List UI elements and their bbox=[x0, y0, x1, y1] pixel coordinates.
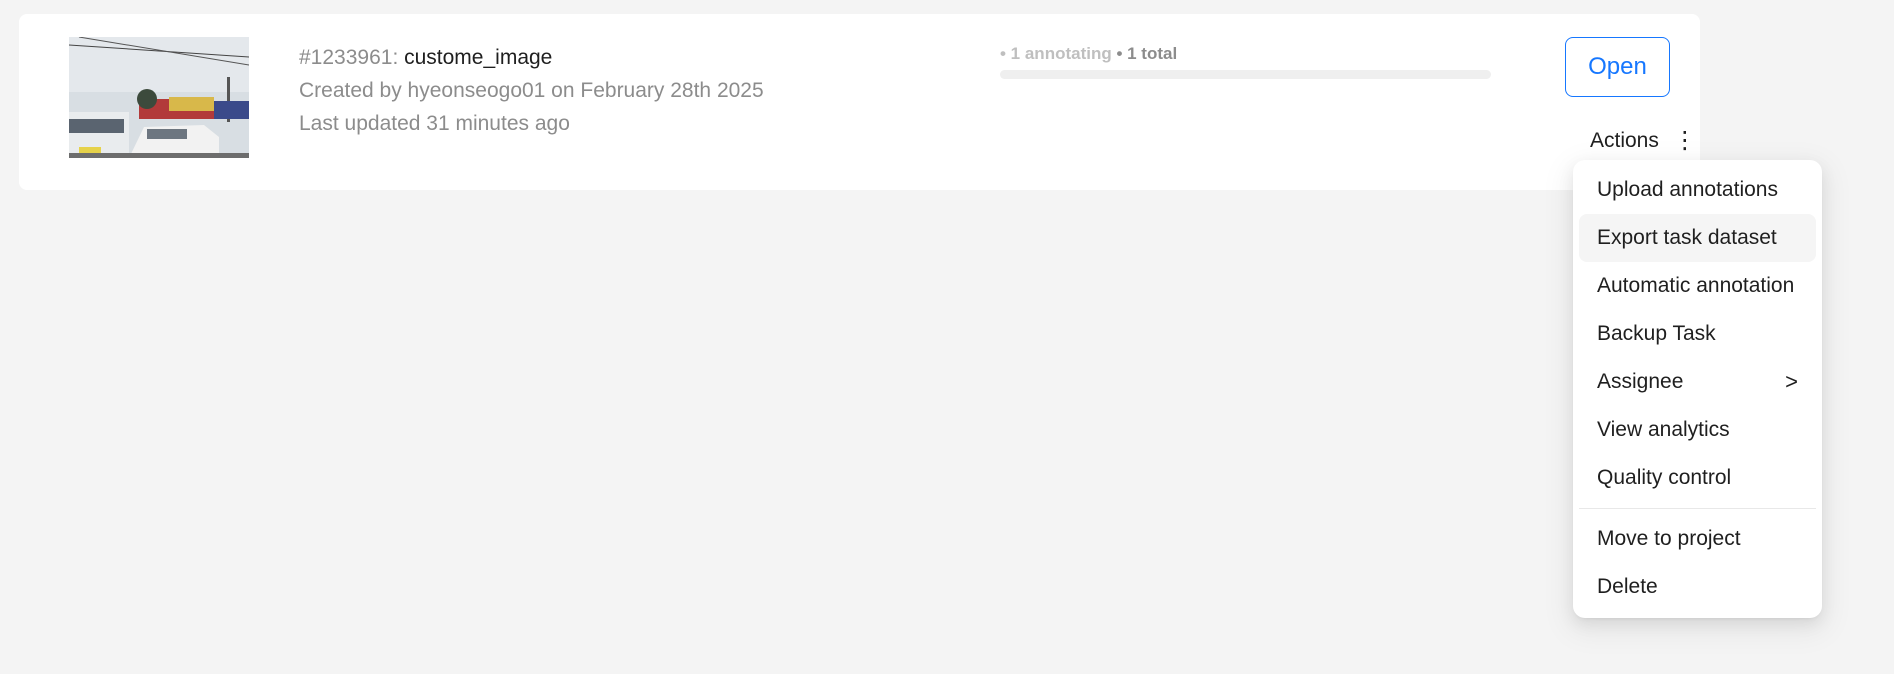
menu-item-label: Delete bbox=[1597, 575, 1658, 598]
progress-annotating: • 1 annotating bbox=[1000, 44, 1112, 63]
menu-item-backup-task[interactable]: Backup Task bbox=[1579, 310, 1816, 358]
task-id-separator: : bbox=[392, 46, 405, 69]
task-progress: • 1 annotating • 1 total bbox=[1000, 43, 1491, 79]
menu-item-label: Move to project bbox=[1597, 527, 1741, 550]
task-name[interactable]: custome_image bbox=[404, 46, 552, 69]
actions-button[interactable]: Actions ⋮ bbox=[1590, 123, 1697, 159]
open-button[interactable]: Open bbox=[1565, 37, 1670, 97]
progress-summary: • 1 annotating • 1 total bbox=[1000, 43, 1491, 65]
menu-item-export-task-dataset[interactable]: Export task dataset bbox=[1579, 214, 1816, 262]
menu-item-label: Export task dataset bbox=[1597, 226, 1777, 249]
menu-divider bbox=[1579, 508, 1816, 509]
menu-item-move-to-project[interactable]: Move to project bbox=[1579, 515, 1816, 563]
menu-item-label: Automatic annotation bbox=[1597, 274, 1795, 297]
more-vertical-icon: ⋮ bbox=[1672, 127, 1697, 154]
task-title: #1233961: custome_image bbox=[299, 41, 764, 74]
task-created: Created by hyeonseogo01 on February 28th… bbox=[299, 79, 764, 102]
progress-total: • 1 total bbox=[1111, 44, 1178, 63]
menu-item-view-analytics[interactable]: View analytics bbox=[1579, 406, 1816, 454]
task-updated: Last updated 31 minutes ago bbox=[299, 112, 570, 135]
actions-dropdown-menu: Upload annotations Export task dataset A… bbox=[1573, 160, 1822, 618]
menu-item-label: Assignee bbox=[1597, 370, 1684, 393]
menu-item-label: Upload annotations bbox=[1597, 178, 1778, 201]
menu-item-automatic-annotation[interactable]: Automatic annotation bbox=[1579, 262, 1816, 310]
menu-item-label: Quality control bbox=[1597, 466, 1732, 489]
menu-item-label: Backup Task bbox=[1597, 322, 1716, 345]
menu-item-label: View analytics bbox=[1597, 418, 1730, 441]
task-preview-image[interactable] bbox=[69, 37, 249, 158]
menu-item-upload-annotations[interactable]: Upload annotations bbox=[1579, 166, 1816, 214]
menu-item-delete[interactable]: Delete bbox=[1579, 563, 1816, 611]
image-thumbnail-icon bbox=[69, 37, 249, 158]
progress-bar bbox=[1000, 70, 1491, 79]
task-id: #1233961 bbox=[299, 46, 393, 69]
menu-item-quality-control[interactable]: Quality control bbox=[1579, 454, 1816, 502]
actions-label: Actions bbox=[1590, 129, 1659, 152]
chevron-right-icon: > bbox=[1785, 369, 1798, 394]
task-card: #1233961: custome_image Created by hyeon… bbox=[19, 14, 1700, 190]
task-info: #1233961: custome_image Created by hyeon… bbox=[299, 41, 764, 140]
menu-item-assignee[interactable]: Assignee > bbox=[1579, 358, 1816, 406]
